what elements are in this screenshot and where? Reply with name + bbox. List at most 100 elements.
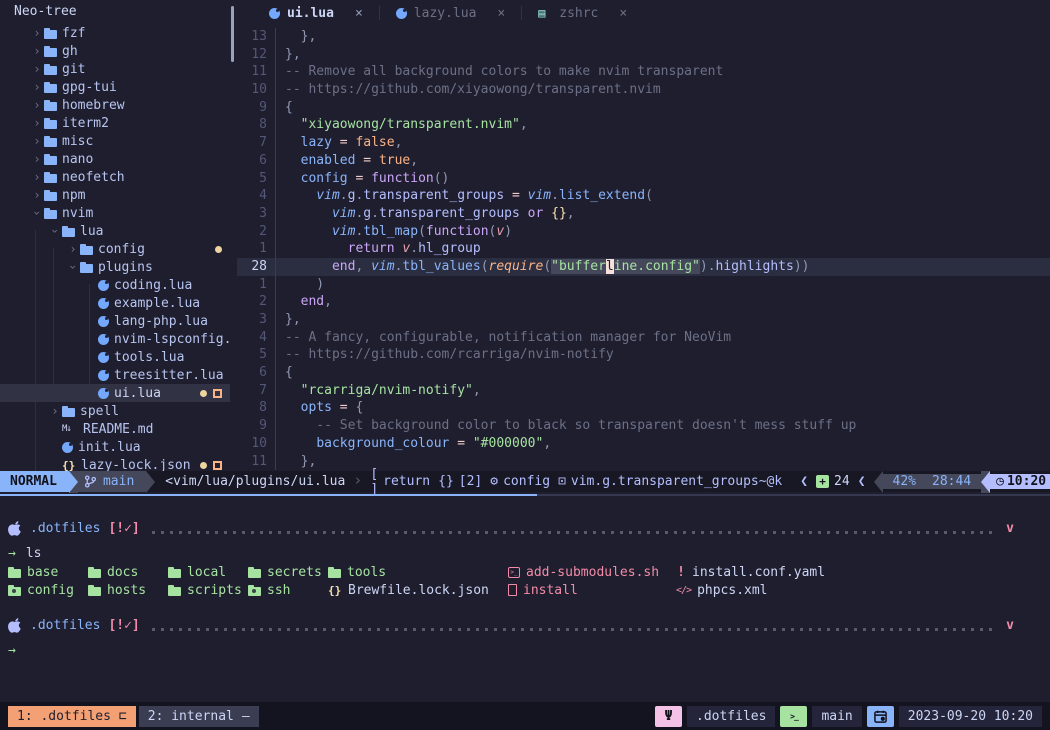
editor-panel: ui.lua×lazy.lua×▤zshrc× 13 },12},11-- Re…	[237, 0, 1050, 494]
tree-item-label: iterm2	[62, 116, 109, 131]
code-line-text: -- https://github.com/xiyaowong/transpar…	[275, 81, 1050, 99]
tree-item-plugins[interactable]: ›plugins	[0, 258, 230, 276]
close-icon[interactable]: ×	[497, 6, 505, 21]
line-number: 1	[237, 240, 275, 258]
tree-item-example-lua[interactable]: example.lua	[0, 294, 230, 312]
symbol-kind-icon: ⚙	[490, 474, 498, 489]
neotree-scrollbar[interactable]	[231, 6, 234, 62]
terminal-screen: Neo-tree ›fzf›gh›git›gpg-tui›homebrew›it…	[0, 0, 1050, 730]
ls-entry-docs[interactable]: docs	[88, 563, 138, 581]
close-icon[interactable]: ×	[355, 6, 363, 21]
shell-prompt: .dotfiles [!✓] v	[8, 616, 1014, 634]
chevron-right-icon[interactable]: ›	[30, 170, 44, 184]
tree-item-treesitter-lua[interactable]: treesitter.lua	[0, 366, 230, 384]
chevron-right-icon[interactable]: ›	[30, 116, 44, 130]
tree-item-gpg-tui[interactable]: ›gpg-tui	[0, 78, 230, 96]
ls-entry-scripts[interactable]: scripts	[168, 581, 242, 599]
tree-item-neofetch[interactable]: ›neofetch	[0, 168, 230, 186]
code-token: .	[340, 188, 348, 203]
tree-item-config[interactable]: ›config	[0, 240, 230, 258]
chevron-right-icon[interactable]: ›	[30, 44, 44, 58]
ls-entry-ssh[interactable]: ssh	[248, 581, 290, 599]
tree-item-npm[interactable]: ›npm	[0, 186, 230, 204]
tree-item-nvim[interactable]: ›nvim	[0, 204, 230, 222]
folder-icon	[44, 210, 57, 219]
chevron-right-icon[interactable]: ›	[30, 98, 44, 112]
git-diff-added: +24	[816, 474, 850, 489]
tree-item-init-lua[interactable]: init.lua	[0, 438, 230, 456]
tree-item-tools-lua[interactable]: tools.lua	[0, 348, 230, 366]
close-icon[interactable]: ×	[619, 6, 627, 21]
code-token	[520, 188, 528, 203]
breadcrumb-item[interactable]: {}[2]	[438, 474, 482, 489]
code-buffer[interactable]: 13 },12},11-- Remove all background colo…	[237, 28, 1050, 470]
chevron-right-icon[interactable]: ›	[30, 62, 44, 76]
json-file-icon: {}	[62, 459, 76, 472]
ls-entry-phpcs-xml[interactable]: </>phpcs.xml	[676, 581, 768, 599]
line-number: 4	[237, 329, 275, 347]
shell-pane[interactable]: .dotfiles [!✓] v → ls basedocslocalsecre…	[0, 497, 1050, 702]
folder-icon	[62, 408, 75, 417]
tab-ui-lua[interactable]: ui.lua×	[253, 0, 379, 26]
tree-item-label: git	[62, 62, 85, 77]
breadcrumb-item[interactable]: ⚙ config	[490, 474, 550, 489]
chevron-right-icon[interactable]: ›	[30, 134, 44, 148]
tree-item-readme-md[interactable]: M↓README.md	[0, 420, 230, 438]
code-line-text: vim.g.transparent_groups = vim.list_exte…	[275, 187, 1050, 205]
command-line[interactable]: →	[8, 641, 16, 659]
breadcrumb-label: config	[503, 474, 550, 489]
code-line: 4 vim.g.transparent_groups = vim.list_ex…	[237, 187, 1050, 205]
ls-entry-hosts[interactable]: hosts	[88, 581, 146, 599]
ls-entry-local[interactable]: local	[168, 563, 226, 581]
chevron-down-icon[interactable]: ›	[30, 206, 44, 220]
code-line: 1 return v.hl_group	[237, 240, 1050, 258]
tree-item-spell[interactable]: ›spell	[0, 402, 230, 420]
tree-item-git[interactable]: › git	[0, 60, 230, 78]
tmux-window-2-internal[interactable]: 2: internal–	[139, 706, 259, 727]
tab-zshrc[interactable]: ▤zshrc×	[522, 0, 643, 26]
git-status-badges	[215, 246, 222, 253]
code-line-text: opts = {	[275, 399, 1050, 417]
code-line-text: end, vim.tbl_values(require("bufferline.…	[275, 258, 1050, 276]
ls-entry-secrets[interactable]: secrets	[248, 563, 322, 581]
chevron-down-icon[interactable]: ›	[48, 224, 62, 238]
ls-entry-label: ssh	[267, 583, 290, 598]
tree-item-iterm2[interactable]: › iterm2	[0, 114, 230, 132]
ls-entry-add-submodules-sh[interactable]: >_add-submodules.sh	[508, 563, 659, 581]
code-line-text: background_colour = "#000000",	[275, 435, 1050, 453]
breadcrumb-item[interactable]: [ ]return	[370, 467, 430, 497]
tab-lazy-lua[interactable]: lazy.lua×	[380, 0, 521, 26]
code-token: v	[496, 224, 504, 239]
code-token	[285, 224, 332, 239]
code-token	[371, 153, 379, 168]
tree-item-homebrew[interactable]: ›homebrew	[0, 96, 230, 114]
tree-item-ui-lua[interactable]: ui.lua	[0, 384, 230, 402]
chevron-right-icon[interactable]: ›	[66, 242, 80, 256]
chevron-right-icon[interactable]: ›	[48, 404, 62, 418]
chevron-down-icon[interactable]: ›	[66, 260, 80, 274]
tmux-window-1-dotfiles[interactable]: 1: .dotfiles⊏	[8, 706, 136, 727]
chevron-right-icon[interactable]: ›	[30, 188, 44, 202]
chevron-right-icon[interactable]: ›	[30, 26, 44, 40]
tree-item-coding-lua[interactable]: coding.lua	[0, 276, 230, 294]
ls-entry-Brewfile-lock-json[interactable]: {}Brewfile.lock.json	[328, 581, 489, 599]
chevron-right-icon[interactable]: ›	[30, 152, 44, 166]
tree-item-lua[interactable]: ›lua	[0, 222, 230, 240]
ls-entry-install[interactable]: install	[508, 581, 578, 599]
breadcrumb-item[interactable]: ⊡vim.g.transparent_groups	[558, 474, 759, 489]
ls-entry-base[interactable]: base	[8, 563, 58, 581]
tree-item-lang-php-lua[interactable]: lang-php.lua	[0, 312, 230, 330]
ls-entry-install-conf-yaml[interactable]: !install.conf.yaml	[676, 563, 825, 581]
ls-entry-tools[interactable]: tools	[328, 563, 386, 581]
file-path: <vim/lua/plugins/ui.lua	[165, 471, 345, 492]
tree-item-gh[interactable]: ›gh	[0, 42, 230, 60]
chevron-right-icon[interactable]: ›	[30, 80, 44, 94]
code-line: 7 lazy = false,	[237, 134, 1050, 152]
tree-item-misc[interactable]: ›misc	[0, 132, 230, 150]
code-token: .	[551, 188, 559, 203]
tree-item-nano[interactable]: ›nano	[0, 150, 230, 168]
ls-entry-config[interactable]: config	[8, 581, 74, 599]
tree-item-nvim-lspconfig-[interactable]: nvim-lspconfig.	[0, 330, 230, 348]
code-line-text: -- Remove all background colors to make …	[275, 63, 1050, 81]
tree-item-fzf[interactable]: ›fzf	[0, 24, 230, 42]
